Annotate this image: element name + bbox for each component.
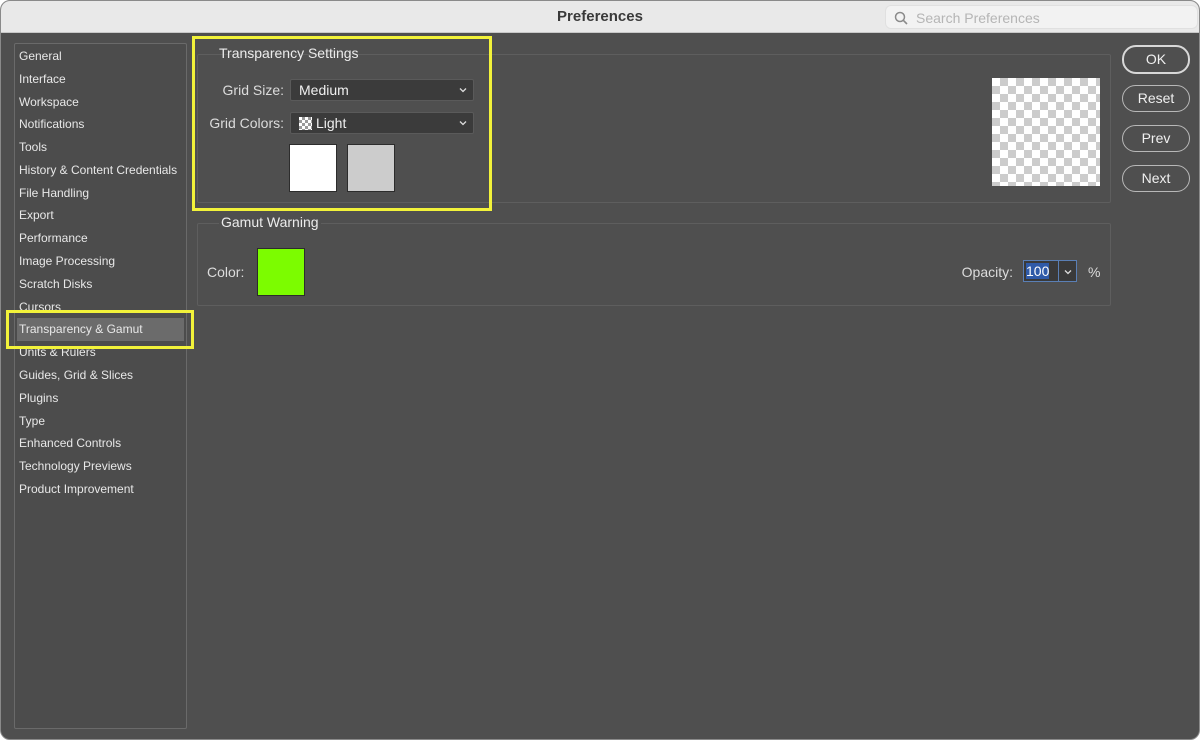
opacity-input[interactable]: 100 (1023, 260, 1059, 282)
ok-button[interactable]: OK (1122, 45, 1190, 74)
opacity-value: 100 (1026, 263, 1050, 279)
sidebar-item-technology-previews[interactable]: Technology Previews (17, 455, 184, 478)
sidebar-item-general[interactable]: General (17, 45, 184, 68)
opacity-label: Opacity: (961, 264, 1013, 280)
chevron-down-icon (1064, 270, 1072, 275)
sidebar-item-performance[interactable]: Performance (17, 227, 184, 250)
next-button[interactable]: Next (1122, 165, 1190, 192)
gamut-color-label: Color: (207, 264, 245, 280)
sidebar-item-interface[interactable]: Interface (17, 68, 184, 91)
transparency-grid-preview (992, 78, 1100, 186)
sidebar-item-scratch-disks[interactable]: Scratch Disks (17, 273, 184, 296)
sidebar-item-type[interactable]: Type (17, 410, 184, 433)
opacity-dropdown-button[interactable] (1058, 260, 1077, 282)
sidebar-selection-highlight (6, 310, 194, 349)
sidebar-item-file-handling[interactable]: File Handling (17, 182, 184, 205)
sidebar-item-product-improvement[interactable]: Product Improvement (17, 478, 184, 501)
sidebar-item-plugins[interactable]: Plugins (17, 387, 184, 410)
sidebar-item-tools[interactable]: Tools (17, 136, 184, 159)
title-bar: Preferences (1, 1, 1199, 33)
preferences-dialog: Preferences General Interface Workspace … (0, 0, 1200, 740)
prev-button[interactable]: Prev (1122, 125, 1190, 152)
reset-button[interactable]: Reset (1122, 85, 1190, 112)
search-icon (894, 11, 908, 25)
opacity-unit: % (1088, 264, 1101, 280)
preferences-sidebar: General Interface Workspace Notification… (14, 43, 187, 729)
gamut-color-swatch[interactable] (257, 248, 305, 296)
sidebar-item-enhanced-controls[interactable]: Enhanced Controls (17, 432, 184, 455)
search-box[interactable] (885, 5, 1198, 29)
gamut-warning-title: Gamut Warning (219, 214, 321, 230)
search-input[interactable] (916, 7, 1191, 29)
sidebar-item-guides-grid-slices[interactable]: Guides, Grid & Slices (17, 364, 184, 387)
sidebar-item-image-processing[interactable]: Image Processing (17, 250, 184, 273)
sidebar-item-notifications[interactable]: Notifications (17, 113, 184, 136)
transparency-settings-highlight (192, 36, 492, 211)
sidebar-item-history-content-credentials[interactable]: History & Content Credentials (17, 159, 184, 182)
sidebar-item-workspace[interactable]: Workspace (17, 91, 184, 114)
sidebar-item-export[interactable]: Export (17, 204, 184, 227)
